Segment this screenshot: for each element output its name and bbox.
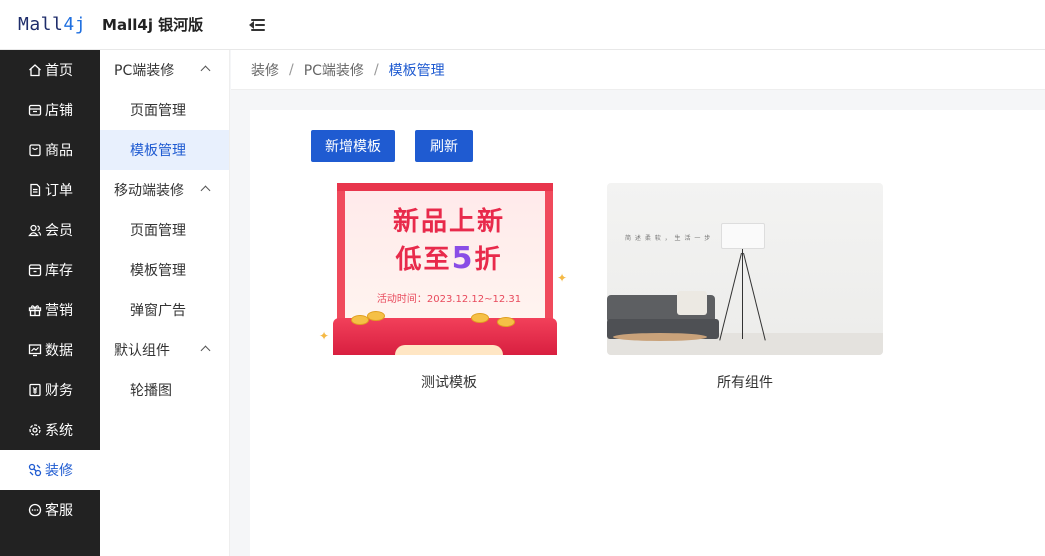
chevron-up-icon <box>200 65 211 76</box>
sidebar-item-system[interactable]: 系统 <box>0 410 100 450</box>
sidebar-item-service[interactable]: 客服 <box>0 490 100 530</box>
order-icon <box>27 183 42 198</box>
sidebar-item-label: 数据 <box>45 343 73 359</box>
sidebar-item-decorate[interactable]: 装修 <box>0 450 100 490</box>
decorate-icon <box>27 463 42 478</box>
submenu-item-carousel[interactable]: 轮播图 <box>100 370 229 410</box>
sidebar-item-member[interactable]: 会员 <box>0 210 100 250</box>
finance-icon <box>27 383 42 398</box>
product-icon <box>27 143 42 158</box>
promo-headline: 新品上新 <box>392 207 505 237</box>
promo-discount-prefix: 低至 <box>395 245 452 275</box>
gift-icon <box>27 303 42 318</box>
chevron-up-icon <box>200 345 211 356</box>
promo-discount-number: 5 <box>451 241 475 276</box>
sidebar-item-label: 客服 <box>45 503 73 519</box>
sidebar-item-data[interactable]: 数据 <box>0 330 100 370</box>
sidebar-item-label: 营销 <box>45 303 73 319</box>
template-thumbnail[interactable]: 新品上新 低至5折 活动时间：2023.12.12~12.31 ✦ ✦ <box>311 183 587 355</box>
sidebar-item-inventory[interactable]: 库存 <box>0 250 100 290</box>
submenu-item-mobile-template[interactable]: 模板管理 <box>100 250 229 290</box>
main-sidebar: 首页 店铺 商品 订单 会员 库存 营销 数据 财务 系统 装修 客服 <box>0 50 100 556</box>
app-title: Mall4j 银河版 <box>102 16 204 34</box>
submenu-item-pc-template[interactable]: 模板管理 <box>100 130 229 170</box>
submenu-group-label: 移动端装修 <box>114 183 184 199</box>
logo[interactable]: Mall4j <box>18 14 86 35</box>
coin-decoration <box>471 313 489 323</box>
sidebar-item-label: 装修 <box>45 463 73 479</box>
template-card[interactable]: 简 述 柔 软 ， 生 活 一 步 所有组件 <box>607 183 883 392</box>
sparkle-icon: ✦ <box>319 329 330 343</box>
sparkle-icon: ✦ <box>557 271 568 285</box>
submenu-group-label: PC端装修 <box>114 63 175 79</box>
lamp-pole <box>742 249 743 339</box>
sidebar-item-order[interactable]: 订单 <box>0 170 100 210</box>
top-header: Mall4j Mall4j 银河版 <box>0 0 1045 50</box>
breadcrumb-current: 模板管理 <box>388 62 445 79</box>
sidebar-item-label: 订单 <box>45 183 73 199</box>
lamp-leg <box>719 252 742 341</box>
promo-discount-suffix: 折 <box>474 245 503 275</box>
template-thumbnail[interactable]: 简 述 柔 软 ， 生 活 一 步 <box>607 183 883 355</box>
sidebar-item-label: 财务 <box>45 383 73 399</box>
logo-prefix: Mall <box>18 14 64 35</box>
coin-decoration <box>367 311 385 321</box>
submenu-item-mobile-page[interactable]: 页面管理 <box>100 210 229 250</box>
sidebar-item-label: 会员 <box>45 223 73 239</box>
submenu-item-pc-page[interactable]: 页面管理 <box>100 90 229 130</box>
chevron-up-icon <box>200 185 211 196</box>
chart-icon <box>27 343 42 358</box>
breadcrumb-separator: / <box>373 61 379 78</box>
room-tagline: 简 述 柔 软 ， 生 活 一 步 <box>625 235 712 242</box>
sidebar-item-label: 系统 <box>45 423 73 439</box>
coin-decoration <box>497 317 515 327</box>
gear-icon <box>27 423 42 438</box>
promo-date: 活动时间：2023.12.12~12.31 <box>376 294 522 305</box>
breadcrumb-item[interactable]: 装修 <box>251 60 279 80</box>
template-name: 测试模板 <box>421 375 477 391</box>
breadcrumb-separator: / <box>289 61 294 78</box>
sidebar-item-product[interactable]: 商品 <box>0 130 100 170</box>
lamp-shade-shape <box>721 223 765 249</box>
sidebar-item-finance[interactable]: 财务 <box>0 370 100 410</box>
sidebar-item-label: 店铺 <box>45 103 73 119</box>
breadcrumb-item[interactable]: PC端装修 <box>304 60 364 80</box>
table-shape <box>613 333 707 341</box>
sub-menu: PC端装修 页面管理 模板管理 移动端装修 页面管理 模板管理 弹窗广告 默认组… <box>100 50 230 556</box>
home-icon <box>27 63 42 78</box>
logo-accent: 4j <box>63 14 87 35</box>
submenu-item-popup-ad[interactable]: 弹窗广告 <box>100 290 229 330</box>
submenu-group-label: 默认组件 <box>114 343 170 359</box>
sidebar-item-label: 商品 <box>45 143 73 159</box>
refresh-button[interactable]: 刷新 <box>415 130 473 162</box>
submenu-group-default-components[interactable]: 默认组件 <box>100 330 229 370</box>
store-icon <box>27 103 42 118</box>
sidebar-item-home[interactable]: 首页 <box>0 50 100 90</box>
template-panel: 新增模板 刷新 新品上新 低至5折 活动时间：2023.12.12~12.31 … <box>250 110 1045 556</box>
sidebar-item-label: 首页 <box>45 63 73 79</box>
chat-icon <box>27 503 42 518</box>
submenu-group-mobile[interactable]: 移动端装修 <box>100 170 229 210</box>
sidebar-item-label: 库存 <box>45 263 73 279</box>
collapse-menu-icon[interactable] <box>247 15 267 35</box>
submenu-group-pc[interactable]: PC端装修 <box>100 50 229 90</box>
promo-button-shape <box>395 345 503 355</box>
breadcrumb: 装修 / PC端装修 / 模板管理 <box>231 50 1045 90</box>
pillow-shape <box>677 291 707 315</box>
promo-discount: 低至5折 <box>311 239 587 276</box>
template-name: 所有组件 <box>717 375 773 391</box>
inventory-icon <box>27 263 42 278</box>
sidebar-item-store[interactable]: 店铺 <box>0 90 100 130</box>
template-card[interactable]: 新品上新 低至5折 活动时间：2023.12.12~12.31 ✦ ✦ 测试模板 <box>311 183 587 392</box>
add-template-button[interactable]: 新增模板 <box>311 130 395 162</box>
sidebar-item-marketing[interactable]: 营销 <box>0 290 100 330</box>
member-icon <box>27 223 42 238</box>
lamp-leg <box>743 252 766 341</box>
